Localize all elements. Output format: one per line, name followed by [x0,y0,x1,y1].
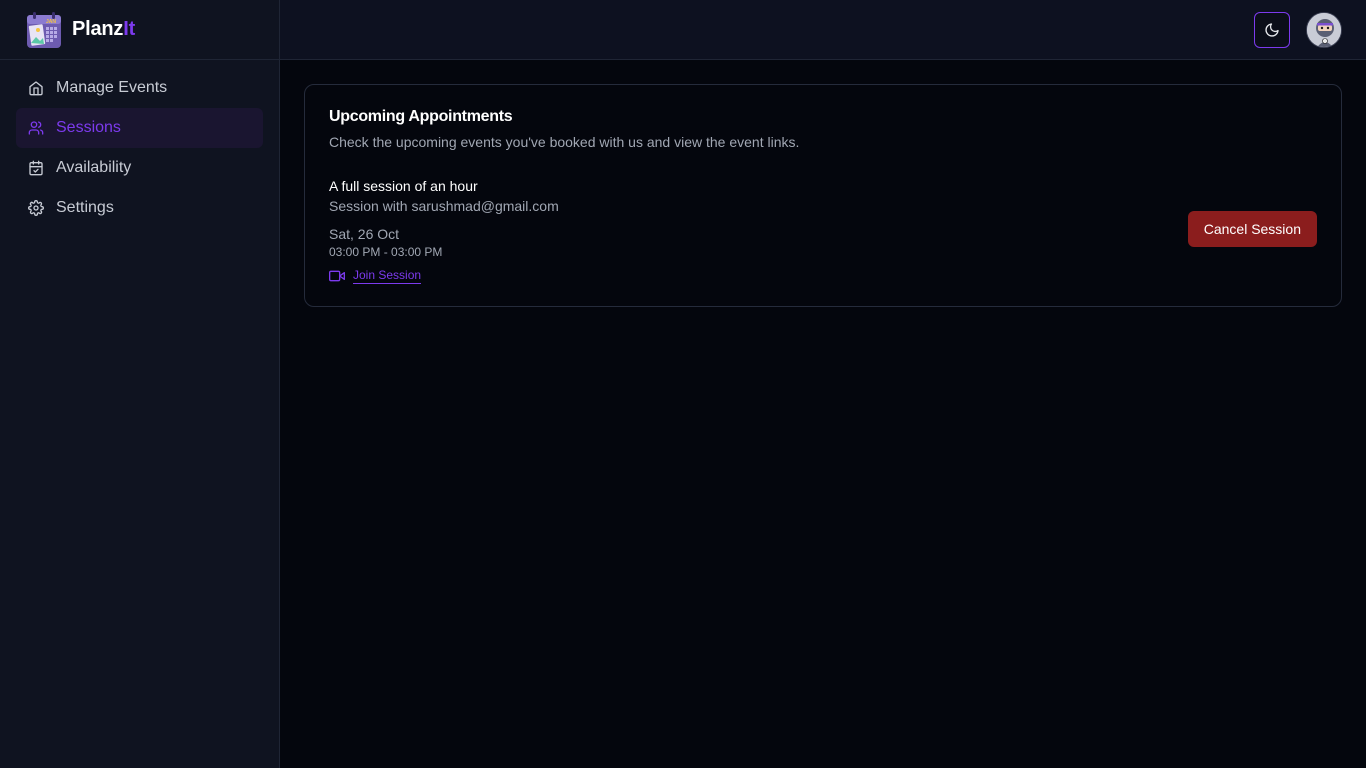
users-icon [28,120,44,136]
sidebar-item-settings[interactable]: Settings [16,188,263,228]
sidebar-item-label: Sessions [56,119,121,136]
sidebar-item-manage-events[interactable]: Manage Events [16,68,263,108]
calendar-check-icon [28,160,44,176]
calendar-logo-icon: JAN [27,11,61,48]
sidebar-nav: Manage Events Sessions Availability Sett… [0,60,279,236]
home-icon [28,80,44,96]
sidebar-item-label: Settings [56,199,114,216]
theme-toggle-button[interactable] [1254,12,1290,48]
brand-name-accent: It [123,18,136,40]
gear-icon [28,200,44,216]
brand-name-main: Planz [72,18,124,40]
sidebar-item-sessions[interactable]: Sessions [16,108,263,148]
video-icon [329,268,345,284]
appointments-card: Upcoming Appointments Check the upcoming… [304,84,1342,307]
session-date: Sat, 26 Oct [329,226,400,242]
join-session-link[interactable]: Join Session [353,268,422,284]
top-header [280,0,1366,60]
sidebar-item-label: Availability [56,159,132,176]
sidebar-item-availability[interactable]: Availability [16,148,263,188]
session-time: 03:00 PM - 03:00 PM [329,245,443,259]
card-description: Check the upcoming events you've booked … [329,134,800,150]
card-title: Upcoming Appointments [329,108,513,125]
main-content: Upcoming Appointments Check the upcoming… [280,60,1366,768]
cancel-session-button[interactable]: Cancel Session [1187,211,1317,247]
brand[interactable]: JAN PlanzIt [0,0,279,60]
avatar-icon [1307,13,1341,47]
sidebar-item-label: Manage Events [56,79,168,96]
moon-icon [1265,23,1279,37]
sidebar: JAN PlanzIt Manage Events Sessions Avail… [0,0,280,768]
join-session-row: Join Session [329,268,1317,284]
session-title: A full session of an hour [329,178,478,194]
brand-name: PlanzIt [72,18,135,41]
user-avatar[interactable] [1306,12,1342,48]
calendar-logo-text: JAN [46,19,56,25]
session-item: A full session of an hour Session with s… [329,177,1317,284]
session-attendee: Session with sarushmad@gmail.com [329,198,559,214]
